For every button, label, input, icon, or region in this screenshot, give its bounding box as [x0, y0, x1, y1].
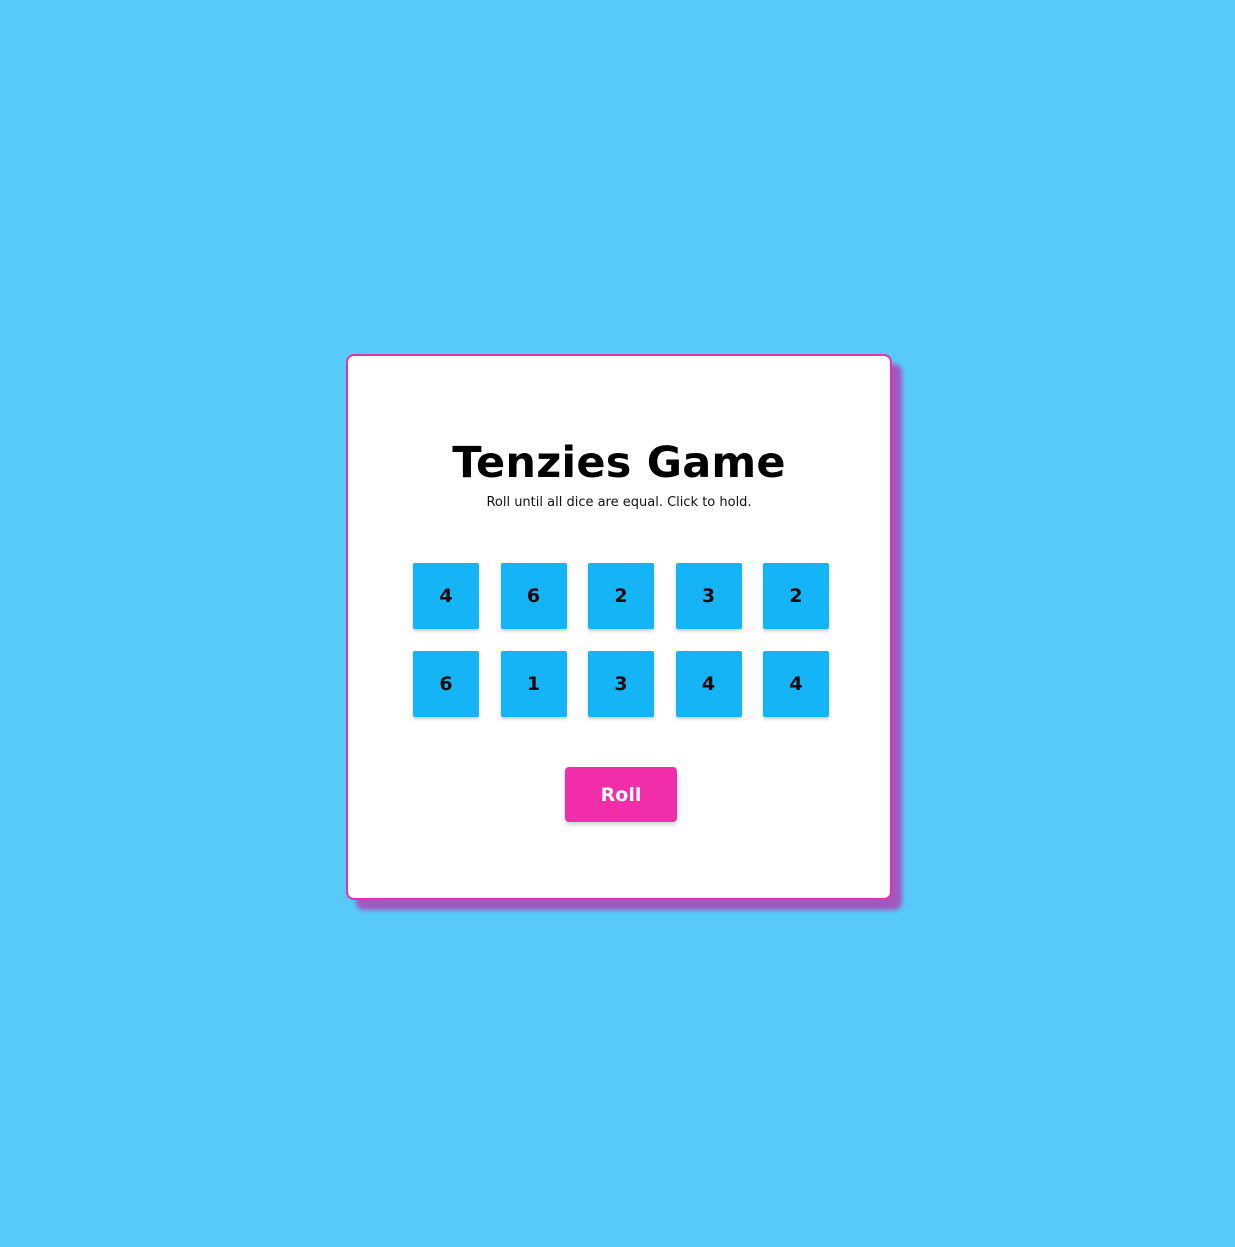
die-10[interactable]: 4 — [763, 651, 829, 717]
dice-grid: 4 6 2 3 2 6 1 3 4 4 — [413, 563, 831, 717]
die-1[interactable]: 4 — [413, 563, 479, 629]
die-2[interactable]: 6 — [500, 563, 567, 629]
die-9[interactable]: 4 — [675, 651, 742, 717]
game-title: Tenzies Game — [452, 438, 786, 488]
die-3[interactable]: 2 — [588, 563, 654, 629]
die-8[interactable]: 3 — [588, 651, 654, 717]
die-5[interactable]: 2 — [763, 563, 829, 629]
die-4[interactable]: 3 — [675, 563, 742, 629]
game-board: Tenzies Game Roll until all dice are equ… — [346, 354, 892, 900]
roll-button[interactable]: Roll — [565, 767, 677, 822]
die-7[interactable]: 1 — [500, 651, 567, 717]
die-6[interactable]: 6 — [413, 651, 479, 717]
game-instructions: Roll until all dice are equal. Click to … — [486, 495, 752, 510]
